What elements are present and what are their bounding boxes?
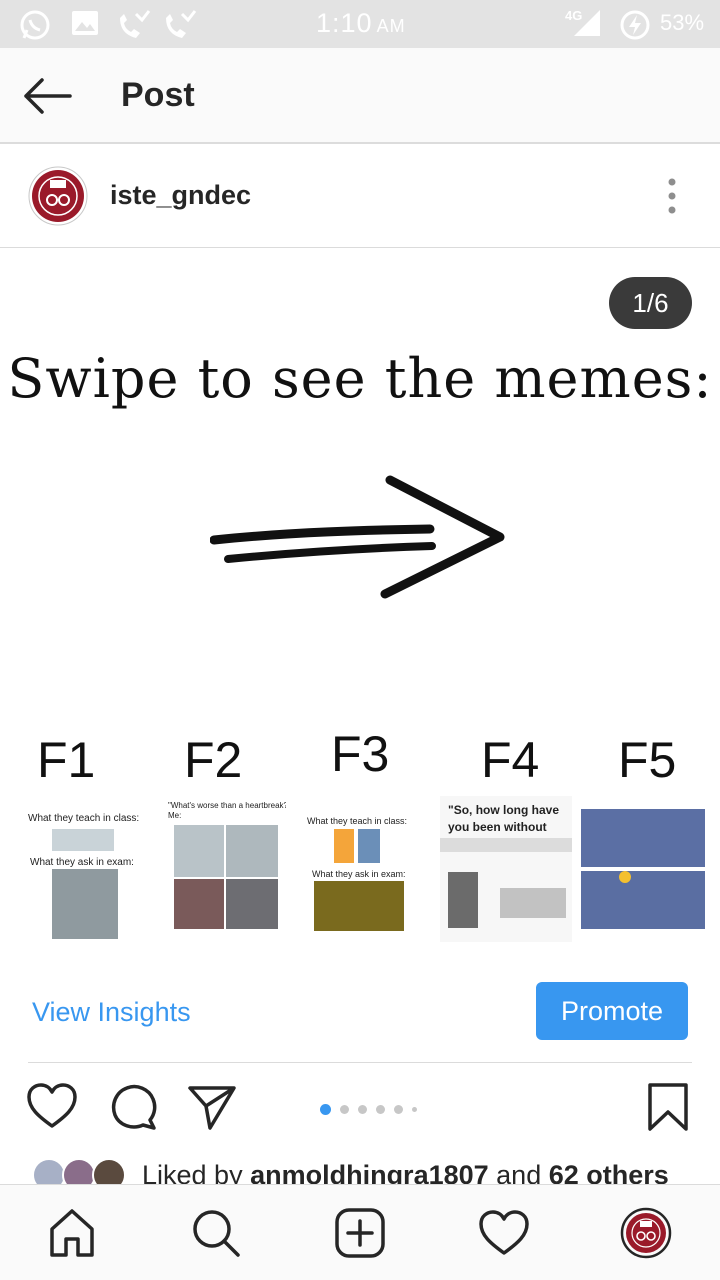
whatsapp-icon (20, 10, 50, 40)
meme-thumbnail: "What's worse than a heartbreak?" Me: (166, 799, 286, 931)
carousel-dot (394, 1105, 403, 1115)
search-icon[interactable] (190, 1207, 242, 1259)
carousel-dot (358, 1105, 367, 1115)
carousel-dot (340, 1105, 349, 1115)
status-bar: 1:10 AM 4G 53% (0, 0, 720, 48)
battery-level: 53% (660, 10, 705, 35)
signal-icon (574, 10, 600, 36)
missed-call-icon (166, 10, 197, 38)
missed-call-icon (120, 10, 151, 38)
app-header: Post (0, 48, 720, 144)
profile-icon[interactable] (620, 1207, 672, 1259)
carousel-counter: 1/6 (609, 277, 692, 329)
avatar[interactable] (28, 166, 88, 226)
activity-icon[interactable] (478, 1207, 530, 1259)
bookmark-icon[interactable] (646, 1082, 690, 1132)
carousel-dots (320, 1101, 426, 1116)
comment-icon[interactable] (108, 1082, 158, 1132)
view-insights-link[interactable]: View Insights (32, 997, 191, 1028)
bottom-nav (0, 1184, 720, 1280)
back-arrow-icon[interactable] (22, 76, 74, 116)
gallery-icon (72, 11, 98, 35)
divider (28, 1062, 692, 1063)
meme-thumbnail (581, 809, 705, 929)
heart-icon[interactable] (26, 1082, 78, 1132)
post-username[interactable]: iste_gndec (110, 180, 251, 211)
meme-thumbnail: What they teach in class: What they ask … (304, 811, 414, 937)
page-title: Post (121, 76, 195, 114)
likes-row[interactable]: Liked by anmoldhingra1807 and 62 others (0, 1150, 720, 1184)
post-media[interactable]: 1/6 Swipe to see the memes: F1 F2 F3 F4 … (0, 249, 720, 962)
carousel-dot (376, 1105, 385, 1115)
clock: 1:10 AM (316, 8, 406, 38)
promote-button[interactable]: Promote (536, 982, 688, 1040)
carousel-dot (412, 1107, 417, 1113)
avatar (62, 1158, 96, 1184)
meme-thumbnail: "So, how long have you been without inte… (440, 796, 572, 942)
share-icon[interactable] (186, 1082, 238, 1132)
avatar (32, 1158, 66, 1184)
frame-label: F5 (618, 732, 677, 788)
frame-label: F1 (37, 732, 96, 788)
post-headline: Swipe to see the memes: (7, 347, 713, 410)
avatar (92, 1158, 126, 1184)
more-vertical-icon[interactable] (660, 176, 684, 216)
battery-saver-icon (620, 10, 650, 40)
likes-summary: Liked by anmoldhingra1807 and 62 others (142, 1160, 669, 1184)
post-author-row: iste_gndec (0, 146, 720, 248)
new-post-icon[interactable] (334, 1207, 386, 1259)
carousel-dot (320, 1104, 331, 1116)
frame-label: F2 (184, 732, 243, 788)
frame-label: F4 (481, 732, 540, 788)
meme-thumbnail: What they teach in class: What they ask … (24, 807, 144, 939)
home-icon[interactable] (46, 1207, 98, 1259)
swipe-arrow-icon (210, 475, 505, 599)
frame-label: F3 (331, 726, 390, 782)
